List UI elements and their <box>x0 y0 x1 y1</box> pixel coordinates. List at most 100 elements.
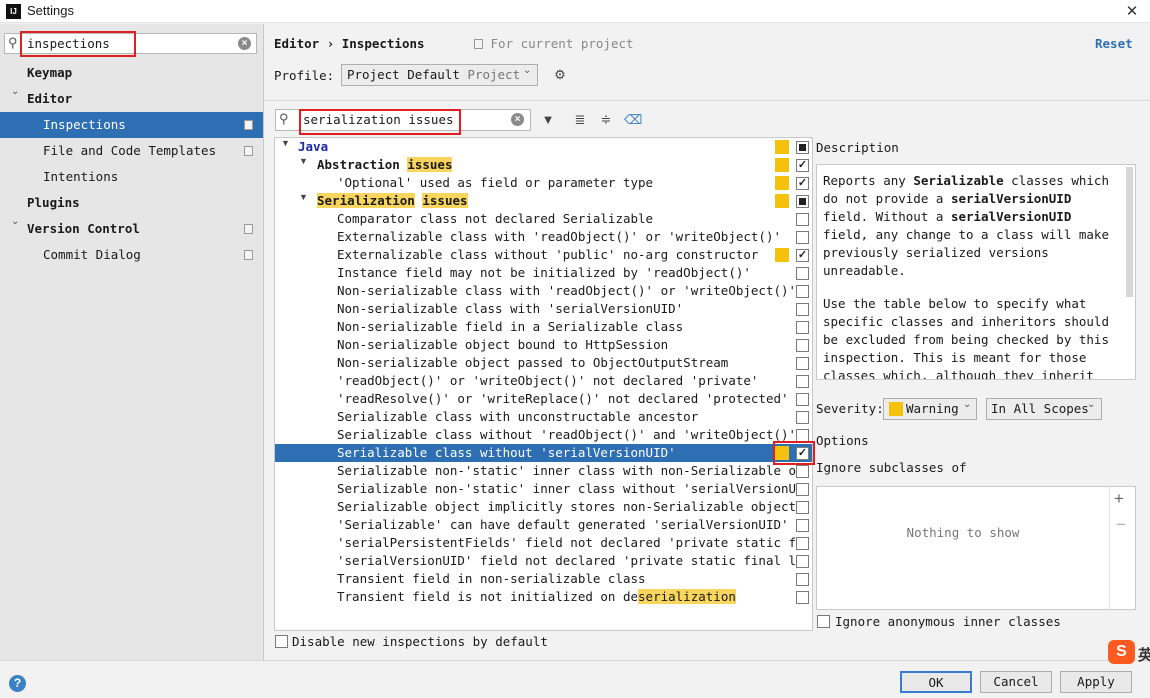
title-bar: IJ Settings ✕ <box>0 0 1150 23</box>
tree-row[interactable]: Serializable object implicitly stores no… <box>275 498 812 516</box>
checkbox[interactable] <box>796 483 809 496</box>
breadcrumb-separator: › <box>326 36 335 51</box>
checkbox[interactable] <box>796 321 809 334</box>
disable-new-checkbox[interactable] <box>275 635 288 648</box>
ok-button[interactable]: OK <box>900 671 972 693</box>
tree-row[interactable]: Transient field is not initialized on de… <box>275 588 812 606</box>
excluded-classes-list[interactable]: Nothing to show + − <box>816 486 1136 610</box>
sidebar-item-version-control[interactable]: ⌄ Version Control <box>0 216 263 242</box>
checkbox[interactable] <box>796 357 809 370</box>
tree-row[interactable]: Non-serializable object passed to Object… <box>275 354 812 372</box>
checkbox[interactable] <box>796 465 809 478</box>
node-label: Transient field is not initialized on de <box>337 589 639 604</box>
sidebar-item-inspections[interactable]: Inspections <box>0 112 263 138</box>
checkbox[interactable] <box>796 537 809 550</box>
reset-link[interactable]: Reset <box>1095 36 1133 51</box>
tree-row[interactable]: Serializable non-'static' inner class wi… <box>275 462 812 480</box>
chevron-down-icon[interactable]: ▼ <box>299 156 308 166</box>
tree-row-selected[interactable]: Serializable class without 'serialVersio… <box>275 444 812 462</box>
node-label: Serializable non-'static' inner class wi… <box>337 463 804 478</box>
tree-row[interactable]: 'serialPersistentFields' field not decla… <box>275 534 812 552</box>
filter-icon[interactable]: ▼ <box>540 112 556 128</box>
checkbox[interactable] <box>796 339 809 352</box>
tree-row[interactable]: Comparator class not declared Serializab… <box>275 210 812 228</box>
tree-row[interactable]: 'Serializable' can have default generate… <box>275 516 812 534</box>
severity-dropdown[interactable]: Warning ⌄ <box>883 398 977 420</box>
sidebar-item-label: Intentions <box>43 169 119 184</box>
tree-row[interactable]: Serializable class without 'readObject()… <box>275 426 812 444</box>
checkbox[interactable] <box>796 411 809 424</box>
checkbox-checked[interactable]: ✓ <box>796 159 809 172</box>
sidebar-item-plugins[interactable]: Plugins <box>0 190 263 216</box>
node-label: 'readResolve()' or 'writeReplace()' not … <box>337 391 789 406</box>
collapse-all-icon[interactable]: ≑ <box>598 112 614 128</box>
checkbox-checked[interactable]: ✓ <box>796 249 809 262</box>
checkbox-partial[interactable] <box>796 195 809 208</box>
sidebar-item-commit-dialog[interactable]: Commit Dialog <box>0 242 263 268</box>
tree-row[interactable]: 'Optional' used as field or parameter ty… <box>275 174 812 192</box>
scope-dropdown[interactable]: In All Scopes ⌄ <box>986 398 1102 420</box>
checkbox[interactable] <box>796 555 809 568</box>
remove-icon[interactable]: − <box>1116 515 1126 535</box>
chevron-down-icon[interactable]: ▼ <box>281 138 290 148</box>
checkbox[interactable] <box>796 573 809 586</box>
breadcrumb-editor[interactable]: Editor <box>274 36 319 51</box>
gear-icon[interactable]: ⚙ <box>552 67 568 83</box>
reset-to-empty-icon[interactable]: ⌫ <box>624 112 642 128</box>
checkbox-checked[interactable]: ✓ <box>796 177 809 190</box>
sidebar-item-file-templates[interactable]: File and Code Templates <box>0 138 263 164</box>
cancel-button[interactable]: Cancel <box>980 671 1052 693</box>
severity-value: Warning <box>906 401 959 416</box>
tree-row[interactable]: Non-serializable object bound to HttpSes… <box>275 336 812 354</box>
checkbox[interactable] <box>796 213 809 226</box>
checkbox[interactable] <box>796 519 809 532</box>
description-scrollbar[interactable] <box>1126 167 1133 297</box>
tree-node-abstraction-issues[interactable]: ▼ Abstraction issues ✓ <box>275 156 812 174</box>
ime-icon[interactable]: S <box>1108 640 1135 664</box>
chevron-down-icon[interactable]: ⌄ <box>11 86 19 97</box>
checkbox[interactable] <box>796 591 809 604</box>
profile-dropdown[interactable]: Project Default Project ⌄ <box>341 64 538 86</box>
sidebar-item-keymap[interactable]: Keymap <box>0 60 263 86</box>
tree-node-serialization-issues[interactable]: ▼ Serialization issues <box>275 192 812 210</box>
tree-row[interactable]: 'readObject()' or 'writeObject()' not de… <box>275 372 812 390</box>
tree-row[interactable]: Externalizable class without 'public' no… <box>275 246 812 264</box>
checkbox-partial[interactable] <box>796 141 809 154</box>
warning-severity-icon <box>775 158 789 172</box>
tree-row[interactable]: Non-serializable class with 'readObject(… <box>275 282 812 300</box>
tree-row[interactable]: Non-serializable class with 'serialVersi… <box>275 300 812 318</box>
help-icon[interactable]: ? <box>9 675 26 692</box>
node-label: Non-serializable object passed to Object… <box>337 355 729 370</box>
tree-row[interactable]: 'readResolve()' or 'writeReplace()' not … <box>275 390 812 408</box>
inspection-tree[interactable]: ▼ Java ▼ Abstraction issues ✓ 'Optional' us… <box>274 137 813 631</box>
tree-row[interactable]: Serializable non-'static' inner class wi… <box>275 480 812 498</box>
keyword: serialVersionUID <box>950 191 1072 206</box>
apply-button[interactable]: Apply <box>1060 671 1132 693</box>
checkbox[interactable] <box>796 285 809 298</box>
tree-node-java[interactable]: ▼ Java <box>275 138 812 156</box>
ignore-anonymous-checkbox[interactable] <box>817 615 830 628</box>
tree-row[interactable]: Non-serializable field in a Serializable… <box>275 318 812 336</box>
tree-row[interactable]: 'serialVersionUID' field not declared 'p… <box>275 552 812 570</box>
tree-row[interactable]: Transient field in non-serializable clas… <box>275 570 812 588</box>
clear-search-icon[interactable]: × <box>238 37 251 50</box>
clear-filter-icon[interactable]: × <box>511 113 524 126</box>
sidebar-item-intentions[interactable]: Intentions <box>0 164 263 190</box>
tree-row[interactable]: Externalizable class with 'readObject()'… <box>275 228 812 246</box>
chevron-down-icon[interactable]: ⌄ <box>11 216 19 227</box>
checkbox[interactable] <box>796 303 809 316</box>
sidebar-item-editor[interactable]: ⌄ Editor <box>0 86 263 112</box>
close-button[interactable]: ✕ <box>1120 0 1144 23</box>
chevron-down-icon[interactable]: ▼ <box>299 192 308 202</box>
checkbox[interactable] <box>796 267 809 280</box>
tree-row[interactable]: Serializable class with unconstructable … <box>275 408 812 426</box>
tree-row[interactable]: Instance field may not be initialized by… <box>275 264 812 282</box>
checkbox[interactable] <box>796 501 809 514</box>
checkbox[interactable] <box>796 231 809 244</box>
checkbox[interactable] <box>796 375 809 388</box>
expand-all-icon[interactable]: ≣ <box>572 112 588 128</box>
add-icon[interactable]: + <box>1114 489 1124 509</box>
options-title: Options <box>816 433 869 448</box>
divider <box>265 100 1150 101</box>
checkbox[interactable] <box>796 393 809 406</box>
